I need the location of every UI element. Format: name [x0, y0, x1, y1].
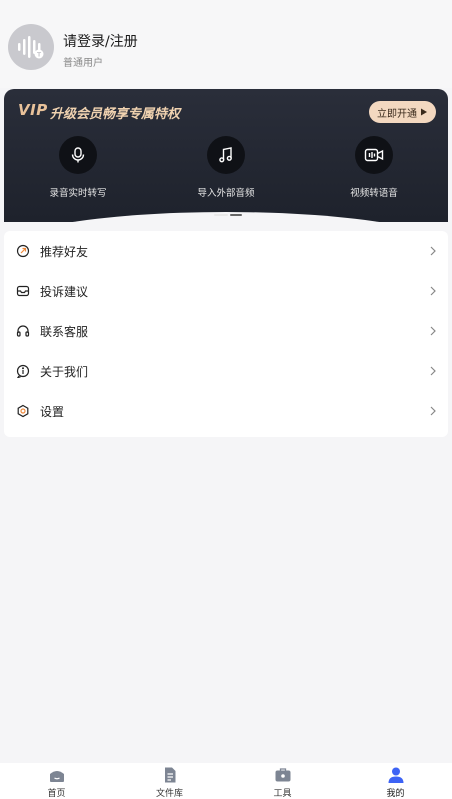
document-icon: [164, 767, 175, 783]
vip-feature-video-to-speech[interactable]: 视频转语音: [314, 136, 434, 199]
headset-icon: [16, 324, 30, 338]
settings-icon: [16, 404, 30, 418]
menu-item-label: 推荐好友: [40, 244, 89, 259]
menu-item-label: 关于我们: [40, 364, 89, 379]
vip-title: 升级会员畅享专属特权: [50, 107, 181, 122]
vip-feature-label: 导入外部音频: [197, 188, 255, 199]
chevron-right-icon: [430, 366, 436, 376]
vip-banner[interactable]: VIP 升级会员畅享专属特权 立即开通 录音实时转写 导入外部音频 视频转语音: [4, 89, 448, 222]
carousel-dot-active: [214, 214, 228, 216]
user-icon: [388, 767, 403, 783]
tab-label: 我的: [386, 789, 405, 799]
menu-item-label: 联系客服: [40, 324, 89, 339]
share-icon: [16, 244, 30, 258]
vip-logo: VIP: [18, 101, 48, 119]
bottom-tab-bar: 首页 文件库 工具 我的: [0, 763, 452, 799]
mailbox-icon: [16, 284, 30, 298]
menu-item-recommend-friends[interactable]: 推荐好友: [4, 233, 448, 269]
carousel-indicator: [214, 214, 242, 216]
chevron-right-icon: [430, 406, 436, 416]
menu-item-feedback[interactable]: 投诉建议: [4, 273, 448, 309]
microphone-icon: [59, 136, 97, 174]
chevron-right-icon: [430, 286, 436, 296]
vip-activate-label: 立即开通: [377, 108, 417, 120]
info-icon: [16, 364, 30, 378]
menu-item-label: 投诉建议: [40, 284, 89, 299]
vip-activate-button[interactable]: 立即开通: [369, 101, 436, 123]
play-arrow-icon: [421, 108, 427, 116]
waveform-avatar-icon: T: [18, 36, 44, 59]
vip-feature-recording[interactable]: 录音实时转写: [18, 136, 138, 199]
video-icon: [355, 136, 393, 174]
menu-item-settings[interactable]: 设置: [4, 393, 448, 429]
menu-item-label: 设置: [40, 404, 65, 419]
tab-label: 工具: [273, 789, 292, 799]
tab-tools[interactable]: 工具: [226, 763, 339, 799]
settings-menu: 推荐好友 投诉建议 联系客服 关于我们 设置: [4, 231, 448, 437]
vip-feature-label: 视频转语音: [350, 188, 398, 199]
vip-feature-label: 录音实时转写: [49, 188, 107, 199]
tab-label: 文件库: [155, 789, 183, 799]
menu-item-about-us[interactable]: 关于我们: [4, 353, 448, 389]
chevron-right-icon: [430, 246, 436, 256]
login-register-link[interactable]: 请登录/注册: [63, 31, 138, 51]
profile-header: T 请登录/注册 普通用户: [0, 0, 452, 88]
avatar[interactable]: T: [8, 24, 54, 70]
home-icon: [49, 771, 64, 782]
tab-label: 首页: [47, 789, 66, 799]
tab-mine[interactable]: 我的: [339, 763, 452, 799]
chevron-right-icon: [430, 326, 436, 336]
vip-feature-import-audio[interactable]: 导入外部音频: [166, 136, 286, 199]
toolbox-icon: [275, 768, 290, 782]
carousel-dot: [230, 214, 242, 216]
music-note-icon: [207, 136, 245, 174]
tab-file-library[interactable]: 文件库: [113, 763, 226, 799]
user-type-label: 普通用户: [63, 58, 103, 69]
tab-home[interactable]: 首页: [0, 763, 113, 799]
menu-item-customer-service[interactable]: 联系客服: [4, 313, 448, 349]
